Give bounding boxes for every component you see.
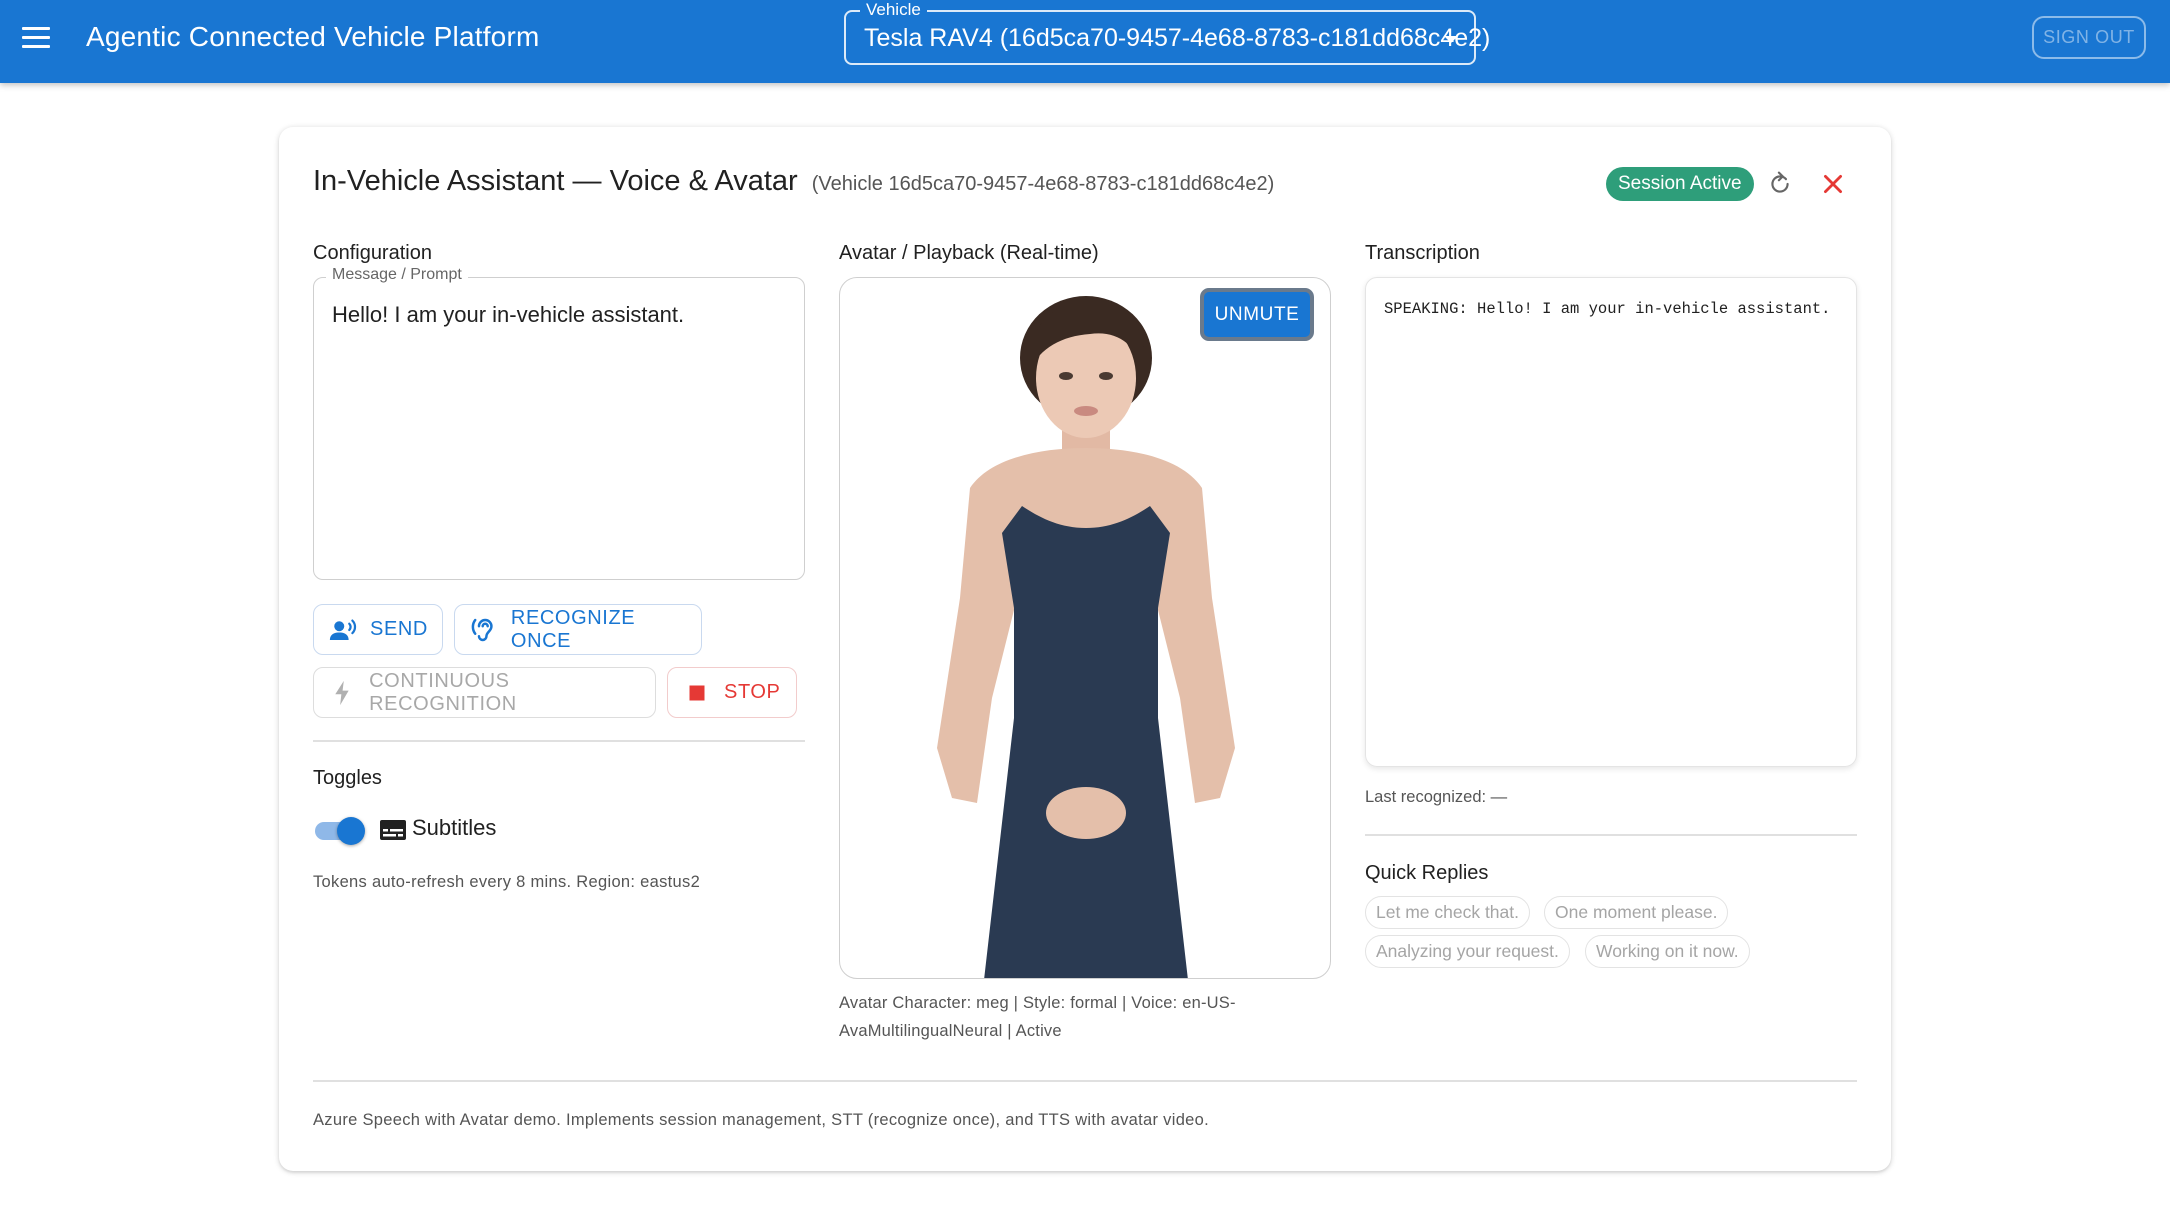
card-title: In-Vehicle Assistant — Voice & Avatar (V… — [313, 165, 1274, 198]
toggle-thumb — [337, 817, 365, 845]
transcription-panel: SPEAKING: Hello! I am your in-vehicle as… — [1365, 277, 1857, 767]
vehicle-select-label: Vehicle — [860, 0, 927, 20]
tokens-note: Tokens auto-refresh every 8 mins. Region… — [313, 873, 701, 891]
footer-note: Azure Speech with Avatar demo. Implement… — [313, 1111, 1210, 1129]
recognize-once-button[interactable]: RECOGNIZE ONCE — [454, 604, 702, 655]
avatar-caption: Avatar Character: meg | Style: formal | … — [839, 994, 1236, 1040]
subtitles-label: Subtitles — [412, 815, 497, 840]
quick-replies-heading: Quick Replies — [1365, 862, 1489, 884]
avatar-video: UNMUTE — [839, 277, 1331, 979]
quick-reply-chip[interactable]: One moment please. — [1544, 896, 1729, 929]
avatar-figure — [937, 296, 1235, 978]
menu-icon[interactable] — [22, 27, 50, 49]
footer-divider — [313, 1080, 1857, 1082]
config-divider — [313, 740, 805, 742]
send-button[interactable]: SEND — [313, 604, 443, 655]
continuous-recognition-button[interactable]: CONTINUOUS RECOGNITION — [313, 667, 656, 718]
card-title-text: In-Vehicle Assistant — Voice & Avatar — [313, 165, 798, 197]
voice-person-icon — [329, 619, 357, 640]
last-recognized: Last recognized: — — [1365, 788, 1508, 806]
transcription-heading: Transcription — [1365, 242, 1480, 264]
hearing-icon — [471, 618, 493, 641]
refresh-icon[interactable] — [1767, 171, 1793, 197]
message-prompt-value: Hello! I am your in-vehicle assistant. — [332, 302, 685, 327]
session-status-badge: Session Active — [1606, 167, 1754, 201]
vehicle-select[interactable]: Vehicle Tesla RAV4 (16d5ca70-9457-4e68-8… — [844, 0, 1490, 65]
card-subtitle: (Vehicle 16d5ca70-9457-4e68-8783-c181dd6… — [811, 173, 1275, 195]
transcription-text: SPEAKING: Hello! I am your in-vehicle as… — [1384, 300, 1831, 318]
stop-icon — [689, 685, 705, 700]
vehicle-select-value: Tesla RAV4 (16d5ca70-9457-4e68-8783-c181… — [864, 24, 1491, 52]
configuration-heading: Configuration — [313, 242, 432, 264]
avatar-heading: Avatar / Playback (Real-time) — [839, 242, 1099, 264]
quick-reply-chip[interactable]: Let me check that. — [1365, 896, 1530, 929]
subtitles-icon — [380, 820, 406, 840]
recognize-once-label: RECOGNIZE ONCE — [510, 606, 636, 652]
send-button-label: SEND — [370, 618, 428, 640]
assistant-card: In-Vehicle Assistant — Voice & Avatar (V… — [279, 127, 1891, 1171]
bolt-icon — [335, 680, 349, 705]
toggles-heading: Toggles — [313, 767, 382, 789]
chevron-down-icon — [1444, 36, 1458, 43]
sign-out-button[interactable]: SIGN OUT — [2032, 16, 2146, 59]
stop-button[interactable]: STOP — [667, 667, 797, 718]
transcription-divider — [1365, 834, 1857, 836]
message-prompt-label: Message / Prompt — [326, 266, 468, 284]
quick-reply-chip[interactable]: Working on it now. — [1585, 935, 1750, 968]
app-title: Agentic Connected Vehicle Platform — [86, 21, 540, 52]
unmute-button[interactable]: UNMUTE — [1200, 288, 1314, 341]
quick-reply-chip[interactable]: Analyzing your request. — [1365, 935, 1570, 968]
continuous-recognition-label: CONTINUOUS RECOGNITION — [369, 669, 517, 715]
stop-button-label: STOP — [724, 681, 781, 703]
subtitles-toggle[interactable] — [313, 813, 367, 847]
message-prompt-field[interactable]: Message / Prompt Hello! I am your in-veh… — [313, 266, 805, 580]
app-bar: Agentic Connected Vehicle Platform Vehic… — [0, 0, 2170, 83]
close-icon[interactable] — [1820, 171, 1846, 197]
